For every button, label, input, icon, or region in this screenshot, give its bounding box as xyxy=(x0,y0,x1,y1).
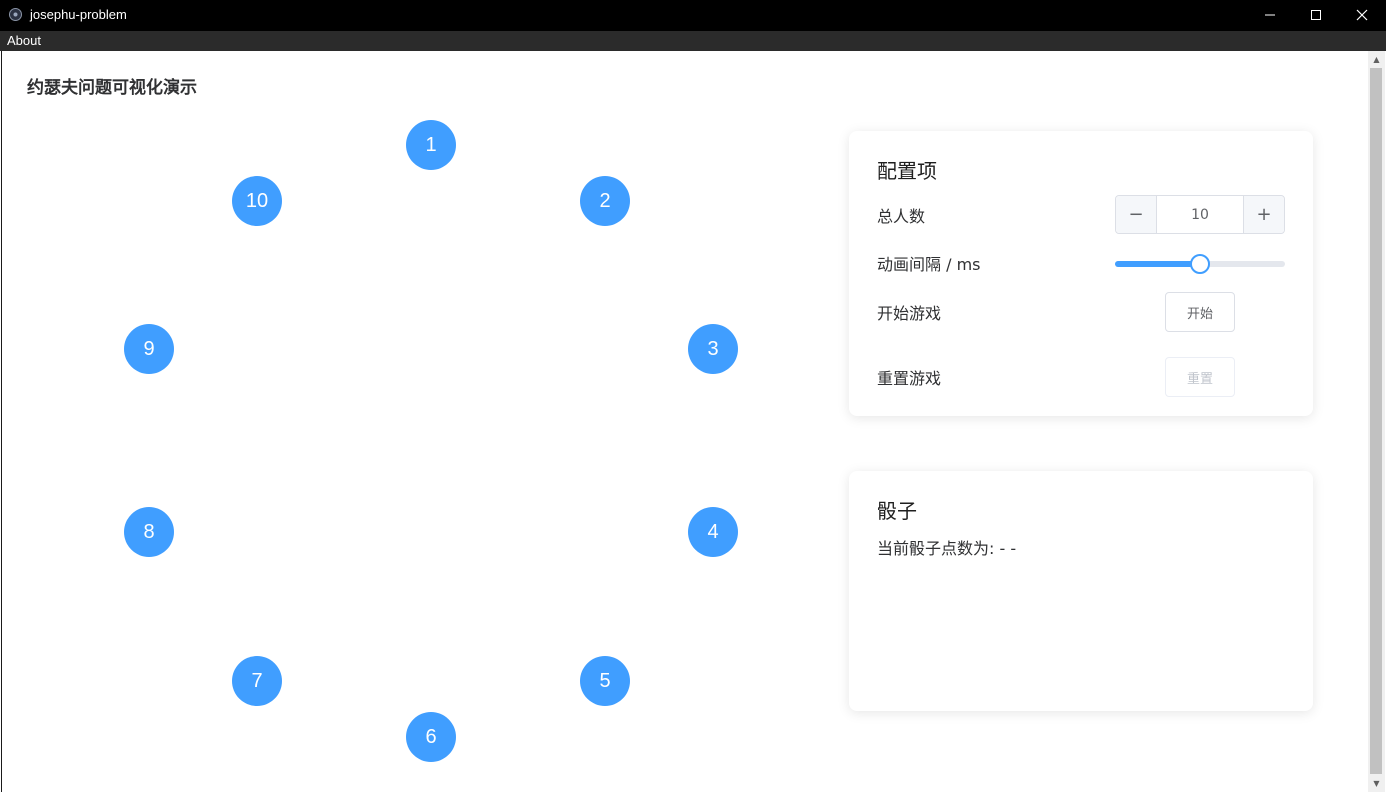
circle-node[interactable]: 9 xyxy=(124,324,174,374)
page-title: 约瑟夫问题可视化演示 xyxy=(27,78,197,98)
config-title: 配置项 xyxy=(877,159,937,183)
minimize-icon xyxy=(1265,14,1275,16)
config-card: 配置项 总人数 − 10 + 动画间隔 / ms 开始游戏 开始 重置游戏 重置 xyxy=(849,131,1313,416)
total-people-stepper: − 10 + xyxy=(1115,195,1285,234)
increment-button[interactable]: + xyxy=(1243,196,1284,233)
scroll-down-icon[interactable]: ▼ xyxy=(1368,775,1385,792)
start-game-label: 开始游戏 xyxy=(877,304,942,323)
plus-icon: + xyxy=(1256,204,1272,225)
slider-thumb[interactable] xyxy=(1190,254,1210,274)
circle-node[interactable]: 7 xyxy=(232,656,282,706)
circle-node[interactable]: 6 xyxy=(406,712,456,762)
circle-node[interactable]: 3 xyxy=(688,324,738,374)
circle-node[interactable]: 1 xyxy=(406,120,456,170)
vertical-scrollbar[interactable]: ▲ ▼ xyxy=(1368,51,1385,792)
window-titlebar: josephu-problem xyxy=(0,0,1386,31)
minimize-button[interactable] xyxy=(1247,0,1293,31)
menu-item-about[interactable]: About xyxy=(7,33,41,48)
start-button[interactable]: 开始 xyxy=(1165,292,1235,332)
circle-node[interactable]: 4 xyxy=(688,507,738,557)
window-title: josephu-problem xyxy=(30,7,127,22)
app-icon xyxy=(9,8,22,21)
slider-fill xyxy=(1115,261,1200,267)
circle-node[interactable]: 8 xyxy=(124,507,174,557)
circle-node[interactable]: 2 xyxy=(580,176,630,226)
close-button[interactable] xyxy=(1339,0,1385,31)
maximize-button[interactable] xyxy=(1293,0,1339,31)
scroll-thumb[interactable] xyxy=(1370,68,1382,774)
reset-button[interactable]: 重置 xyxy=(1165,357,1235,397)
dice-value-text: 当前骰子点数为: - - xyxy=(877,539,1017,558)
circle-node[interactable]: 5 xyxy=(580,656,630,706)
dice-title: 骰子 xyxy=(877,499,917,523)
total-people-label: 总人数 xyxy=(877,207,926,226)
dice-card: 骰子 当前骰子点数为: - - xyxy=(849,471,1313,711)
maximize-icon xyxy=(1311,10,1321,20)
close-icon xyxy=(1356,9,1368,21)
total-people-input[interactable]: 10 xyxy=(1157,196,1243,233)
main-content: 约瑟夫问题可视化演示 1 2 3 4 5 6 7 8 9 10 配置项 总人数 … xyxy=(1,51,1368,792)
decrement-button[interactable]: − xyxy=(1116,196,1157,233)
circle-node[interactable]: 10 xyxy=(232,176,282,226)
reset-game-label: 重置游戏 xyxy=(877,369,942,388)
scroll-up-icon[interactable]: ▲ xyxy=(1368,51,1385,68)
minus-icon: − xyxy=(1128,204,1144,225)
menu-bar: About xyxy=(0,31,1386,51)
interval-slider[interactable] xyxy=(1115,254,1285,274)
interval-label: 动画间隔 / ms xyxy=(877,255,981,274)
